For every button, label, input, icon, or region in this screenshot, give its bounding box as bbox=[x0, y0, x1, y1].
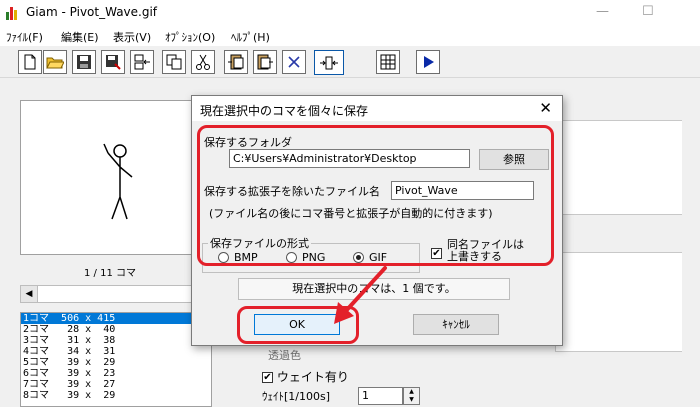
property-panel-top bbox=[555, 120, 683, 215]
frame-list-item[interactable]: 1コマ 506 x 415 bbox=[21, 313, 211, 324]
frame-indicator: 1 / 11 コマ bbox=[84, 268, 136, 279]
play-icon[interactable] bbox=[416, 50, 440, 74]
wait-label: ウェイト有り bbox=[276, 370, 349, 384]
frame-resize-icon[interactable] bbox=[314, 50, 344, 75]
dialog-title: 現在選択中のコマを個々に保存 bbox=[200, 104, 369, 118]
property-panel-bottom bbox=[555, 252, 683, 352]
cut-icon[interactable] bbox=[191, 50, 215, 74]
cancel-button[interactable]: ｷｬﾝｾﾙ bbox=[413, 314, 499, 335]
highlight-ok-box bbox=[237, 306, 359, 344]
frame-list-item[interactable]: 5コマ 39 x 29 bbox=[21, 357, 211, 368]
close-icon[interactable]: ✕ bbox=[539, 99, 552, 117]
title-bar: Giam - Pivot_Wave.gif — ☐ bbox=[0, 0, 700, 26]
frame-preview bbox=[20, 100, 212, 255]
wait-unit-label: ｳｪｲﾄ[1/100s] bbox=[262, 390, 331, 403]
toolbar bbox=[0, 46, 700, 78]
copy-icon[interactable] bbox=[162, 50, 186, 74]
save-as-icon[interactable] bbox=[101, 50, 125, 74]
window-title: Giam - Pivot_Wave.gif bbox=[26, 5, 158, 19]
transparent-color-label: 透過色 bbox=[268, 349, 301, 362]
delete-icon[interactable] bbox=[282, 50, 306, 74]
menu-edit[interactable]: 編集(E) bbox=[61, 29, 99, 45]
scroll-left-button[interactable]: ◀ bbox=[21, 286, 38, 302]
highlight-settings-box bbox=[197, 125, 554, 266]
paste-before-icon[interactable] bbox=[224, 50, 248, 74]
frame-list-item[interactable]: 4コマ 34 x 31 bbox=[21, 346, 211, 357]
wait-input[interactable]: 1 bbox=[358, 387, 403, 405]
vertical-scrollbar[interactable] bbox=[682, 115, 698, 407]
paste-after-icon[interactable] bbox=[253, 50, 277, 74]
menu-bar: ﾌｧｲﾙ(F) 編集(E) 表示(V) ｵﾌﾟｼｮﾝ(O) ﾍﾙﾌﾟ(H) bbox=[0, 26, 700, 46]
menu-view[interactable]: 表示(V) bbox=[113, 29, 151, 45]
selection-status: 現在選択中のコマは、1 個です。 bbox=[238, 278, 510, 300]
minimize-button[interactable]: — bbox=[596, 4, 609, 19]
maximize-button[interactable]: ☐ bbox=[642, 4, 654, 19]
dialog-title-bar: 現在選択中のコマを個々に保存 ✕ bbox=[192, 96, 562, 121]
menu-help[interactable]: ﾍﾙﾌﾟ(H) bbox=[231, 29, 270, 45]
wait-checkbox-row[interactable]: ✔ ウェイト有り bbox=[262, 368, 349, 385]
new-file-icon[interactable] bbox=[18, 50, 42, 74]
app-icon bbox=[6, 6, 20, 20]
frame-list-item[interactable]: 2コマ 28 x 40 bbox=[21, 324, 211, 335]
menu-file[interactable]: ﾌｧｲﾙ(F) bbox=[6, 29, 43, 45]
frame-list[interactable]: 1コマ 506 x 415 2コマ 28 x 40 3コマ 31 x 38 4コ… bbox=[20, 312, 212, 407]
save-icon[interactable] bbox=[72, 50, 96, 74]
frame-list-item[interactable]: 3コマ 31 x 38 bbox=[21, 335, 211, 346]
frame-list-item[interactable]: 6コマ 39 x 23 bbox=[21, 368, 211, 379]
frame-list-item[interactable]: 8コマ 39 x 29 bbox=[21, 390, 211, 401]
frame-scrollbar[interactable]: ◀ bbox=[20, 285, 212, 303]
frame-list-item[interactable]: 7コマ 39 x 27 bbox=[21, 379, 211, 390]
wait-checkbox[interactable]: ✔ bbox=[262, 372, 273, 383]
insert-frame-icon[interactable] bbox=[130, 50, 154, 74]
menu-options[interactable]: ｵﾌﾟｼｮﾝ(O) bbox=[165, 29, 215, 45]
grid-icon[interactable] bbox=[376, 50, 400, 74]
wait-spinner[interactable]: ▲ ▼ bbox=[403, 387, 420, 405]
open-folder-icon[interactable] bbox=[43, 50, 67, 74]
stick-figure-image bbox=[103, 143, 133, 220]
